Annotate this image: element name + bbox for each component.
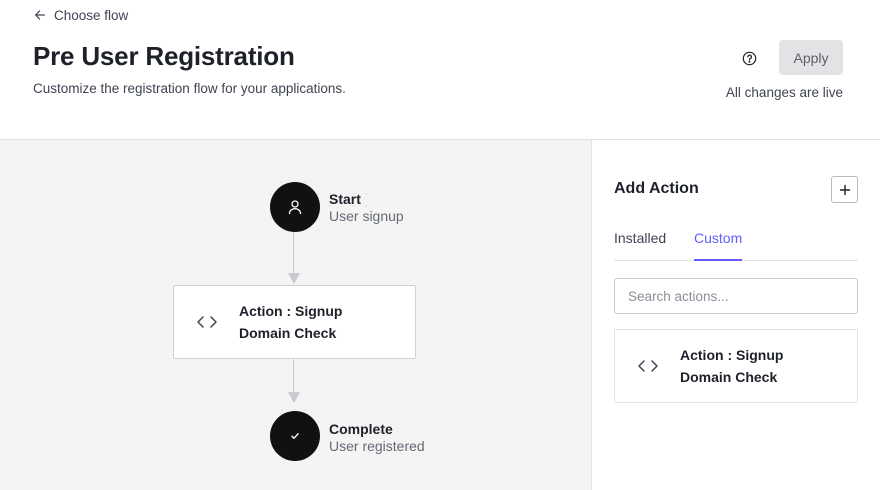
complete-node-title: Complete	[329, 421, 393, 437]
flow-canvas: Start User signup Action : Signup Domain…	[0, 140, 591, 490]
add-action-button[interactable]	[831, 176, 858, 203]
panel-tabs: Installed Custom	[614, 230, 858, 261]
check-icon	[289, 430, 301, 442]
page-subtitle: Customize the registration flow for your…	[33, 81, 346, 96]
search-actions-input[interactable]	[614, 278, 858, 314]
connector-line	[293, 232, 294, 274]
start-node	[270, 182, 320, 232]
action-list-item[interactable]: Action : Signup Domain Check	[614, 329, 858, 403]
page-header: Choose flow Pre User Registration Custom…	[0, 0, 880, 140]
connector-line	[293, 359, 294, 393]
add-action-panel: Add Action Installed Custom Action : Sig…	[591, 140, 880, 490]
start-node-title: Start	[329, 191, 361, 207]
help-button[interactable]	[740, 49, 758, 67]
connector-arrow	[288, 392, 300, 403]
tab-custom[interactable]: Custom	[694, 230, 743, 261]
code-icon	[195, 310, 219, 334]
apply-button[interactable]: Apply	[779, 40, 843, 75]
action-item-subtitle: Domain Check	[680, 369, 778, 385]
plus-icon	[839, 184, 851, 196]
panel-title: Add Action	[614, 180, 699, 197]
help-icon	[742, 51, 757, 66]
code-icon	[636, 354, 660, 378]
status-text: All changes are live	[725, 85, 843, 100]
flow-action-card[interactable]: Action : Signup Domain Check	[173, 285, 416, 359]
user-icon	[286, 198, 304, 216]
arrow-left-icon	[33, 8, 47, 22]
complete-node-subtitle: User registered	[329, 438, 425, 454]
back-link[interactable]: Choose flow	[33, 6, 128, 24]
flow-action-subtitle: Domain Check	[239, 325, 337, 341]
complete-node	[270, 411, 320, 461]
action-item-title: Action : Signup	[680, 347, 784, 363]
start-node-subtitle: User signup	[329, 208, 404, 224]
flow-action-title: Action : Signup	[239, 303, 343, 319]
page-title: Pre User Registration	[33, 41, 295, 71]
tab-installed[interactable]: Installed	[614, 230, 666, 260]
connector-arrow	[288, 273, 300, 284]
back-link-label: Choose flow	[54, 7, 129, 23]
